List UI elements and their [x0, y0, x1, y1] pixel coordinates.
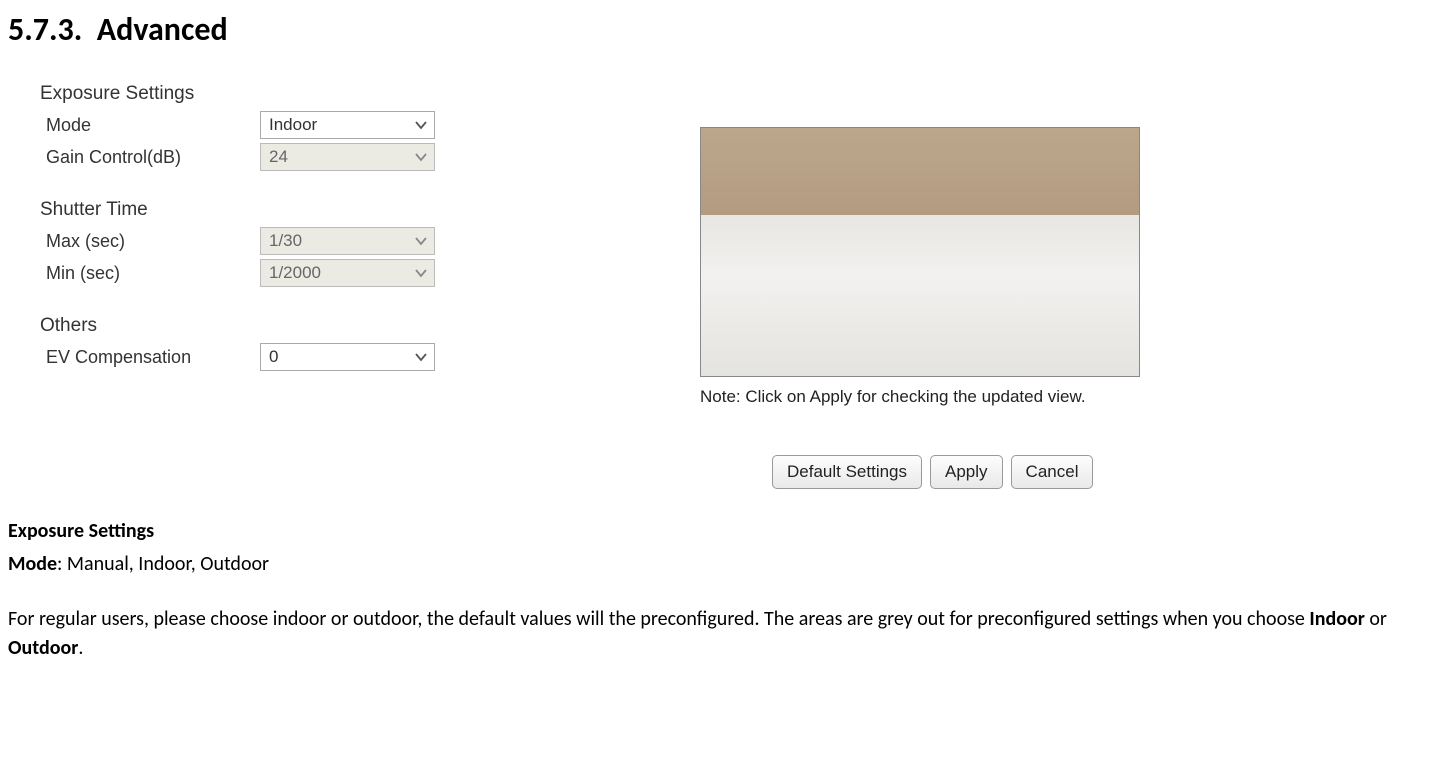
chevron-down-icon — [414, 352, 428, 362]
body-mode-label: Mode — [8, 552, 57, 576]
exposure-heading: Exposure Settings — [40, 83, 460, 105]
gain-label: Gain Control(dB) — [40, 147, 260, 168]
shutter-max-label: Max (sec) — [40, 231, 260, 252]
ev-select[interactable]: 0 — [260, 343, 435, 371]
ev-label: EV Compensation — [40, 347, 260, 368]
settings-area: Exposure Settings Mode Indoor Gain Contr… — [0, 79, 1437, 489]
gain-select-value: 24 — [269, 147, 288, 167]
body-outdoor: Outdoor — [8, 636, 78, 660]
mode-row: Mode Indoor — [40, 111, 460, 139]
chevron-down-icon — [414, 268, 428, 278]
body-text: Exposure Settings Mode: Manual, Indoor, … — [0, 489, 1420, 663]
shutter-min-value: 1/2000 — [269, 263, 321, 283]
chevron-down-icon — [414, 120, 428, 130]
button-row: Default Settings Apply Cancel — [700, 455, 1170, 489]
section-heading: 5.7.3. Advanced — [0, 10, 1437, 79]
body-period: . — [78, 636, 83, 660]
chevron-down-icon — [414, 236, 428, 246]
preview-area: Note: Click on Apply for checking the up… — [700, 127, 1170, 489]
body-heading: Exposure Settings — [8, 519, 154, 543]
ev-select-value: 0 — [269, 347, 278, 367]
shutter-min-label: Min (sec) — [40, 263, 260, 284]
mode-select-value: Indoor — [269, 115, 317, 135]
shutter-max-row: Max (sec) 1/30 — [40, 227, 460, 255]
settings-panel: Exposure Settings Mode Indoor Gain Contr… — [40, 79, 460, 371]
section-number: 5.7.3. — [8, 10, 82, 49]
chevron-down-icon — [414, 152, 428, 162]
body-mode-options: : Manual, Indoor, Outdoor — [57, 552, 269, 576]
body-or: or — [1365, 607, 1387, 631]
preview-image — [700, 127, 1140, 377]
apply-button[interactable]: Apply — [930, 455, 1003, 489]
mode-label: Mode — [40, 115, 260, 136]
default-settings-button[interactable]: Default Settings — [772, 455, 922, 489]
shutter-max-value: 1/30 — [269, 231, 302, 251]
shutter-min-row: Min (sec) 1/2000 — [40, 259, 460, 287]
others-heading: Others — [40, 315, 460, 337]
body-indoor: Indoor — [1309, 607, 1364, 631]
gain-row: Gain Control(dB) 24 — [40, 143, 460, 171]
gain-select: 24 — [260, 143, 435, 171]
shutter-max-select: 1/30 — [260, 227, 435, 255]
cancel-button[interactable]: Cancel — [1011, 455, 1094, 489]
shutter-heading: Shutter Time — [40, 199, 460, 221]
body-para-1: For regular users, please choose indoor … — [8, 607, 1309, 631]
ev-row: EV Compensation 0 — [40, 343, 460, 371]
section-title-text: Advanced — [97, 10, 228, 49]
mode-select[interactable]: Indoor — [260, 111, 435, 139]
shutter-min-select: 1/2000 — [260, 259, 435, 287]
preview-note: Note: Click on Apply for checking the up… — [700, 387, 1170, 407]
